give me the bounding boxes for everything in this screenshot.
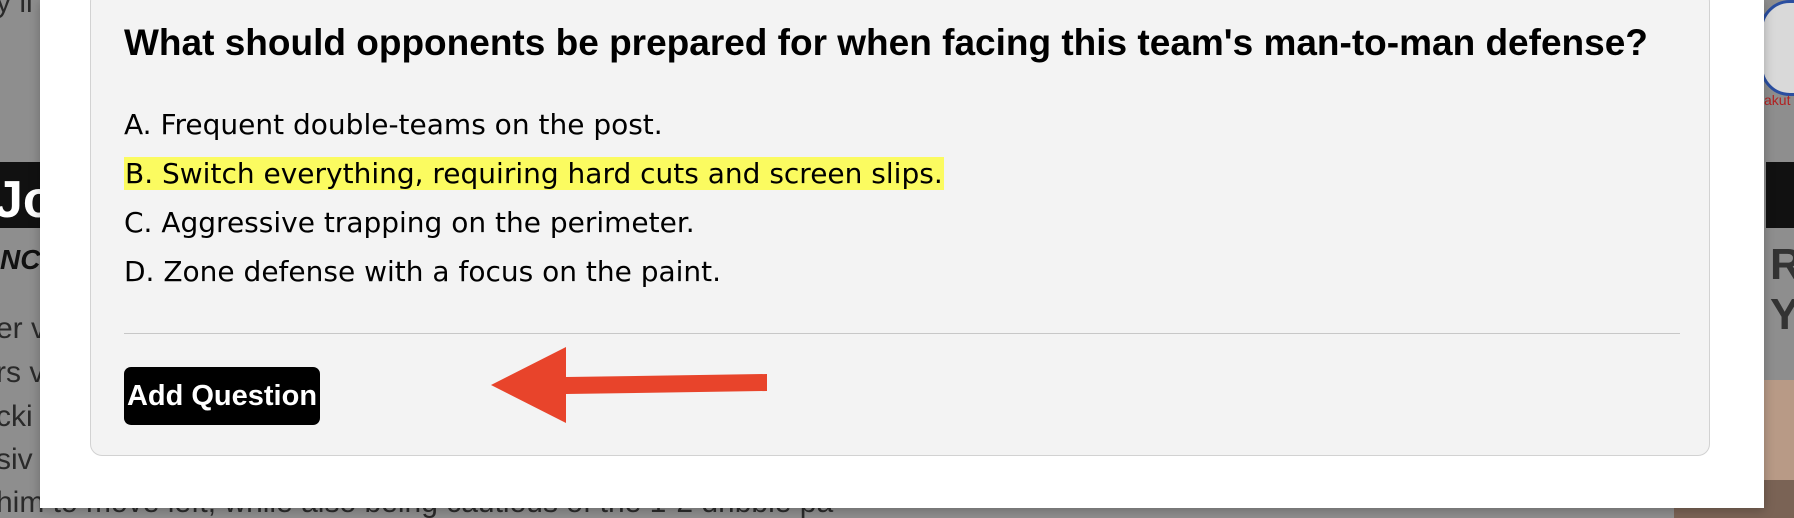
add-question-button[interactable]: Add Question [124, 367, 320, 425]
background-photo-edge [1764, 380, 1794, 480]
answer-option-b: B. Switch everything, requiring hard cut… [124, 154, 944, 194]
arrow-left-icon [491, 347, 767, 423]
background-text: siv [0, 443, 33, 476]
question-card: What should opponents be prepared for wh… [90, 0, 1710, 456]
answer-option-a: A. Frequent double-teams on the post. [124, 108, 663, 141]
background-text: y li [0, 0, 33, 19]
background-text: rs v [0, 356, 45, 389]
background-logo-text: akut [1764, 92, 1791, 108]
answer-option-d: D. Zone defense with a focus on the pain… [124, 255, 722, 288]
highlighted-answer: B. Switch everything, requiring hard cut… [124, 157, 944, 190]
background-right-bar [1766, 162, 1794, 228]
divider [124, 333, 1680, 334]
background-text: cki [0, 400, 33, 433]
background-right-text: R Y [1770, 240, 1794, 339]
answer-option-c: C. Aggressive trapping on the perimeter. [124, 206, 695, 239]
question-text: What should opponents be prepared for wh… [124, 22, 1648, 63]
background-logo [1760, 0, 1794, 96]
modal-dialog: What should opponents be prepared for wh… [40, 0, 1764, 508]
